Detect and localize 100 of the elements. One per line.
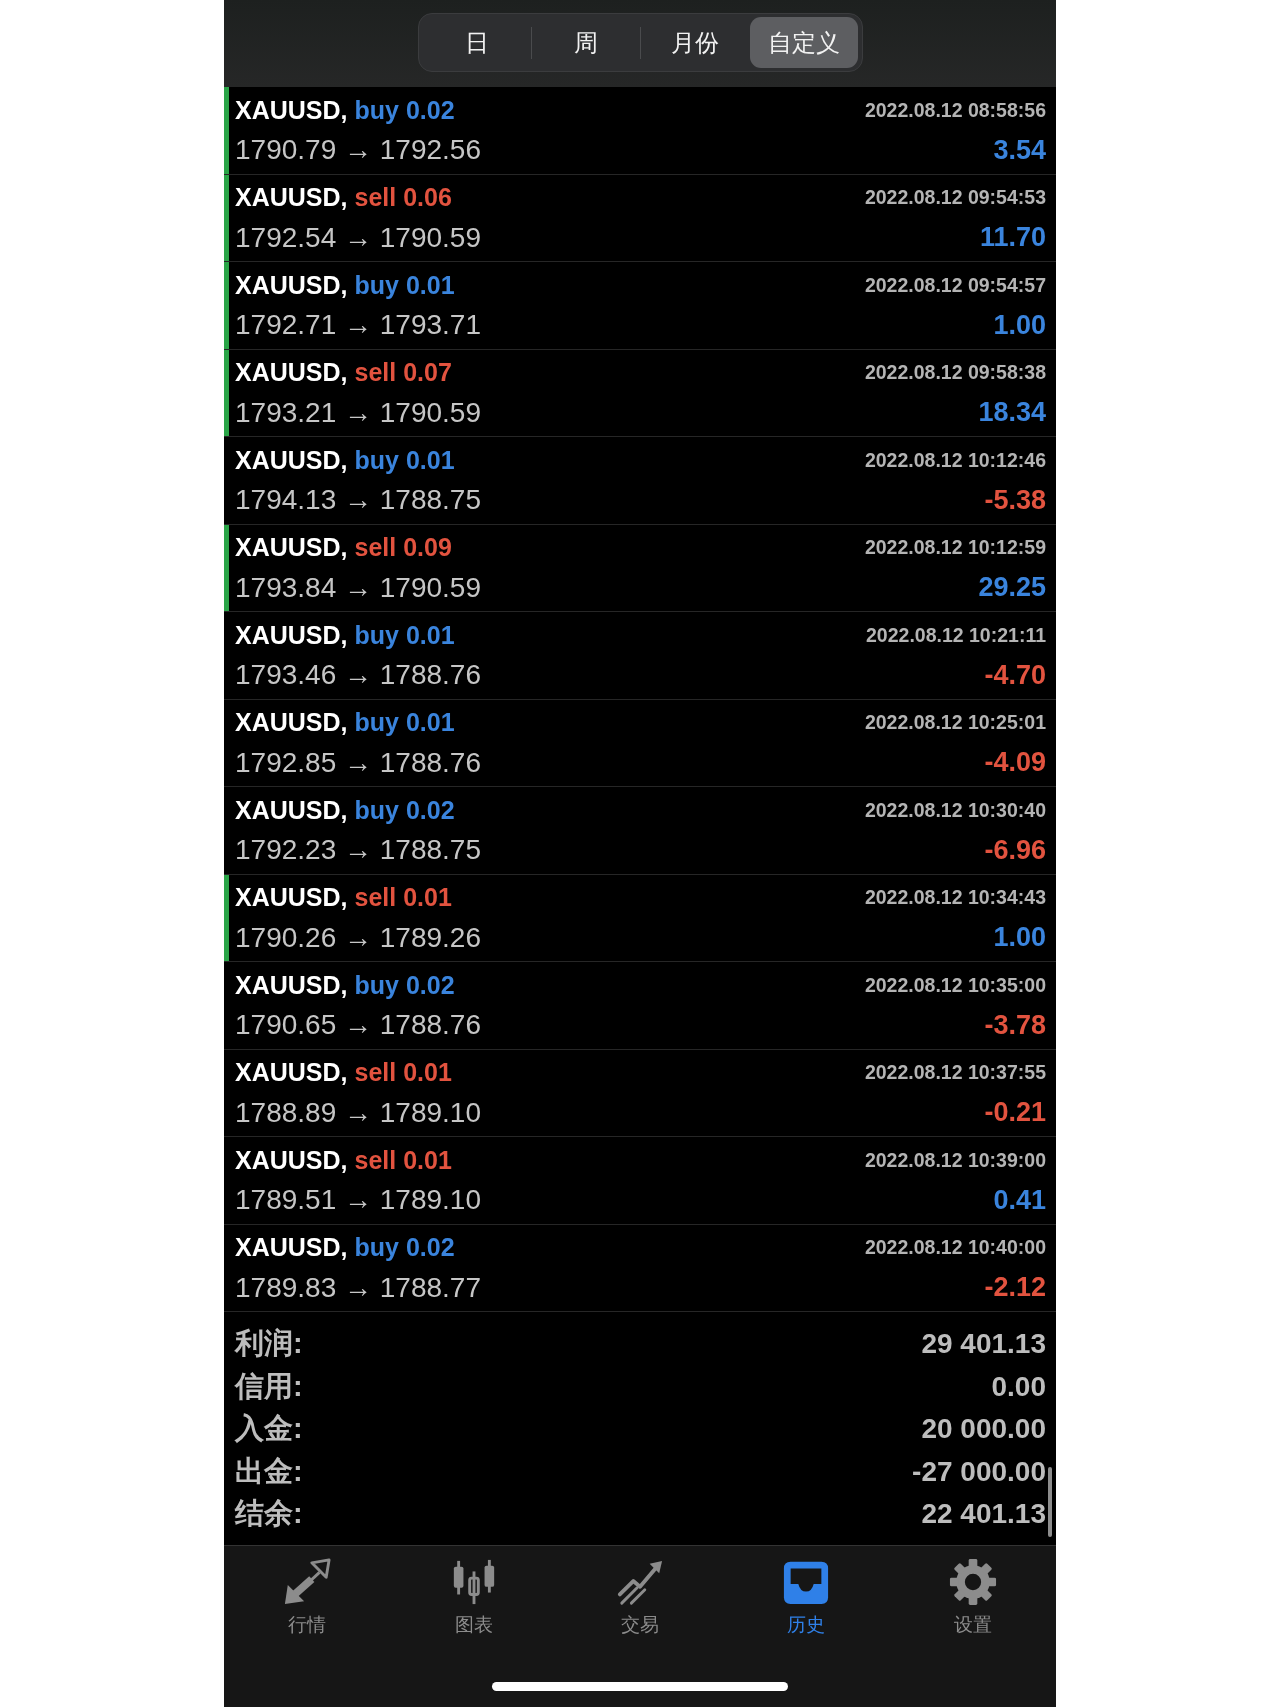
trade-row[interactable]: XAUUSD, sell 0.06 2022.08.12 09:54:53 1792.54 → 1790.59 11.70 bbox=[224, 174, 1056, 262]
trade-row[interactable]: XAUUSD, buy 0.01 2022.08.12 10:25:01 1792.85 → 1788.76 -4.09 bbox=[224, 699, 1056, 787]
settings-icon bbox=[948, 1558, 997, 1606]
price-change: 1790.26 → 1789.26 bbox=[235, 921, 482, 954]
trade-time: 2022.08.12 09:54:53 bbox=[864, 186, 1046, 209]
trade-row[interactable]: XAUUSD, buy 0.01 2022.08.12 10:12:46 1794.13 → 1788.75 -5.38 bbox=[224, 437, 1056, 525]
symbol-label: XAUUSD, bbox=[235, 883, 348, 912]
symbol-label: XAUUSD, bbox=[235, 795, 348, 825]
trade-row[interactable]: XAUUSD, buy 0.02 2022.08.12 10:30:40 1792.23 → 1788.75 -6.96 bbox=[224, 787, 1056, 875]
trade-row[interactable]: XAUUSD, buy 0.02 2022.08.12 08:58:56 1790.79 → 1792.56 3.54 bbox=[224, 87, 1056, 175]
price-change: 1793.21 → 1790.59 bbox=[235, 396, 482, 429]
order-label: sell 0.01 bbox=[354, 883, 452, 912]
summary-label: 结余: bbox=[235, 1496, 303, 1532]
period-tab[interactable]: 日 bbox=[422, 17, 531, 68]
price-change: 1788.89 → 1789.10 bbox=[235, 1096, 482, 1129]
trade-profit: 1.00 bbox=[993, 922, 1046, 953]
order-label: sell 0.06 bbox=[354, 183, 452, 212]
price-change: 1792.54 → 1790.59 bbox=[235, 221, 482, 254]
trade-time: 2022.08.12 09:54:57 bbox=[864, 273, 1046, 297]
trade-profit: -6.96 bbox=[984, 834, 1046, 866]
trade-row[interactable]: XAUUSD, buy 0.02 2022.08.12 10:40:00 1789.83 → 1788.77 -2.12 bbox=[224, 1224, 1056, 1312]
trade-time: 2022.08.12 10:40:00 bbox=[864, 1236, 1046, 1259]
trade-time: 2022.08.12 10:25:01 bbox=[864, 711, 1046, 734]
symbol-label: XAUUSD, bbox=[235, 95, 348, 125]
trade-time: 2022.08.12 10:12:46 bbox=[864, 448, 1046, 472]
order-label: buy 0.01 bbox=[354, 270, 455, 300]
order-label: buy 0.01 bbox=[354, 708, 455, 737]
trade-profit: 11.70 bbox=[979, 222, 1046, 253]
period-tab[interactable]: 自定义 bbox=[749, 17, 858, 68]
order-label: buy 0.02 bbox=[354, 1233, 455, 1262]
trade-profit: 29.25 bbox=[978, 572, 1046, 603]
price-change: 1793.84 → 1790.59 bbox=[235, 571, 482, 604]
price-change: 1790.79 → 1792.56 bbox=[235, 134, 482, 166]
tab-bar-button[interactable]: 设置 bbox=[948, 1558, 997, 1638]
summary-label: 信用: bbox=[235, 1368, 303, 1404]
trend-arrow-icon bbox=[616, 1558, 664, 1606]
trade-profit: 3.54 bbox=[993, 134, 1046, 166]
trade-profit: -2.12 bbox=[984, 1272, 1046, 1303]
order-label: sell 0.09 bbox=[354, 533, 452, 562]
symbol-label: XAUUSD, bbox=[235, 270, 348, 300]
tab-bar-button[interactable]: 历史 bbox=[782, 1558, 831, 1638]
order-label: buy 0.01 bbox=[354, 620, 455, 650]
trade-time: 2022.08.12 10:39:00 bbox=[864, 1148, 1046, 1172]
trade-row[interactable]: XAUUSD, buy 0.01 2022.08.12 10:21:11 1793.46 → 1788.76 -4.70 bbox=[224, 612, 1056, 700]
trade-time: 2022.08.12 10:21:11 bbox=[866, 623, 1046, 647]
order-label: sell 0.01 bbox=[354, 1145, 452, 1175]
order-label: sell 0.07 bbox=[354, 358, 452, 387]
trade-time: 2022.08.12 09:58:38 bbox=[864, 361, 1046, 384]
trade-time: 2022.08.12 10:12:59 bbox=[864, 536, 1046, 559]
tab-bar-button[interactable]: 图表 bbox=[449, 1558, 498, 1638]
price-change: 1790.65 → 1788.76 bbox=[235, 1009, 482, 1041]
order-label: buy 0.02 bbox=[354, 95, 455, 125]
trade-profit: -4.09 bbox=[984, 747, 1046, 778]
summary-value: -27 000.00 bbox=[912, 1455, 1046, 1488]
price-change: 1792.85 → 1788.76 bbox=[235, 746, 482, 779]
trade-row[interactable]: XAUUSD, sell 0.01 2022.08.12 10:37:55 1788.89 → 1789.10 -0.21 bbox=[224, 1049, 1056, 1137]
double-arrow-icon bbox=[283, 1558, 332, 1606]
trade-time: 2022.08.12 10:34:43 bbox=[864, 886, 1046, 909]
summary-value: 22 401.13 bbox=[921, 1498, 1046, 1531]
trade-time: 2022.08.12 10:30:40 bbox=[864, 798, 1046, 822]
symbol-label: XAUUSD, bbox=[235, 183, 348, 212]
scroll-bar[interactable] bbox=[1048, 1467, 1052, 1537]
tab-bar-button[interactable]: 行情 bbox=[283, 1558, 332, 1638]
summary-value: 20 000.00 bbox=[921, 1413, 1046, 1446]
symbol-label: XAUUSD, bbox=[235, 445, 348, 475]
trade-time: 2022.08.12 10:35:00 bbox=[864, 973, 1046, 997]
trade-profit: 0.41 bbox=[993, 1184, 1046, 1216]
trade-profit: -5.38 bbox=[984, 484, 1046, 516]
symbol-label: XAUUSD, bbox=[235, 1145, 348, 1175]
summary-value: 0.00 bbox=[991, 1370, 1046, 1403]
trade-row[interactable]: XAUUSD, sell 0.07 2022.08.12 09:58:38 1793.21 → 1790.59 18.34 bbox=[224, 349, 1056, 437]
summary-label: 利润: bbox=[235, 1326, 303, 1362]
summary-label: 出金: bbox=[235, 1453, 303, 1489]
tab-bar-button[interactable]: 交易 bbox=[616, 1558, 664, 1638]
period-tab[interactable]: 周 bbox=[531, 17, 640, 68]
trade-row[interactable]: XAUUSD, sell 0.01 2022.08.12 10:34:43 1790.26 → 1789.26 1.00 bbox=[224, 874, 1056, 962]
trade-row[interactable]: XAUUSD, sell 0.09 2022.08.12 10:12:59 1793.84 → 1790.59 29.25 bbox=[224, 524, 1056, 612]
order-label: buy 0.02 bbox=[354, 970, 455, 1000]
trade-row[interactable]: XAUUSD, sell 0.01 2022.08.12 10:39:00 1789.51 → 1789.10 0.41 bbox=[224, 1137, 1056, 1225]
price-change: 1794.13 → 1788.75 bbox=[235, 484, 482, 516]
price-change: 1792.71 → 1793.71 bbox=[235, 309, 482, 341]
summary-label: 入金: bbox=[235, 1411, 303, 1447]
price-change: 1792.23 → 1788.75 bbox=[235, 834, 482, 866]
trade-profit: 1.00 bbox=[993, 309, 1046, 341]
trade-time: 2022.08.12 10:37:55 bbox=[864, 1061, 1046, 1084]
order-label: sell 0.01 bbox=[354, 1058, 452, 1087]
price-change: 1789.83 → 1788.77 bbox=[235, 1271, 482, 1304]
period-tab[interactable]: 月份 bbox=[640, 17, 749, 68]
symbol-label: XAUUSD, bbox=[235, 1058, 348, 1087]
trade-profit: 18.34 bbox=[978, 397, 1046, 428]
symbol-label: XAUUSD, bbox=[235, 358, 348, 387]
symbol-label: XAUUSD, bbox=[235, 1233, 348, 1262]
trade-profit: -4.70 bbox=[984, 659, 1046, 691]
trade-profit: -0.21 bbox=[984, 1097, 1046, 1128]
trade-row[interactable]: XAUUSD, buy 0.02 2022.08.12 10:35:00 1790.65 → 1788.76 -3.78 bbox=[224, 962, 1056, 1050]
trade-row[interactable]: XAUUSD, buy 0.01 2022.08.12 09:54:57 1792.71 → 1793.71 1.00 bbox=[224, 262, 1056, 350]
symbol-label: XAUUSD, bbox=[235, 970, 348, 1000]
price-change: 1793.46 → 1788.76 bbox=[235, 659, 482, 691]
order-label: buy 0.02 bbox=[354, 795, 455, 825]
price-change: 1789.51 → 1789.10 bbox=[235, 1184, 482, 1216]
